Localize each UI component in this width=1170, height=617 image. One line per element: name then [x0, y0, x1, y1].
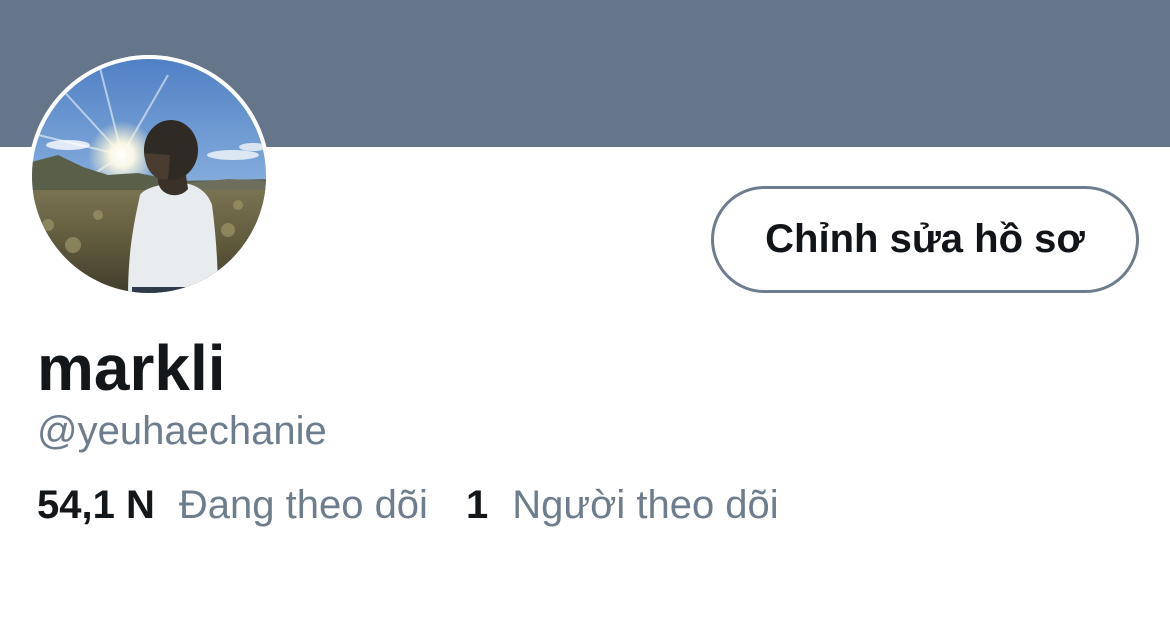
avatar-photo-icon: [28, 55, 270, 297]
followers-stat-link[interactable]: 1 Người theo dõi: [466, 480, 779, 530]
edit-profile-button[interactable]: Chỉnh sửa hồ sơ: [711, 186, 1139, 293]
profile-stats: 54,1 N Đang theo dõi 1 Người theo dõi: [37, 480, 779, 530]
profile-page: Chỉnh sửa hồ sơ markli @yeuhaechanie 54,…: [0, 0, 1170, 617]
following-count: 54,1 N: [37, 483, 155, 527]
profile-avatar[interactable]: [28, 55, 270, 297]
followers-count: 1: [465, 483, 489, 527]
profile-display-name: markli: [37, 332, 226, 404]
following-label: Đang theo dõi: [178, 483, 428, 527]
followers-label: Người theo dõi: [512, 483, 779, 527]
profile-handle: @yeuhaechanie: [37, 409, 327, 453]
following-stat-link[interactable]: 54,1 N Đang theo dõi: [37, 480, 428, 530]
